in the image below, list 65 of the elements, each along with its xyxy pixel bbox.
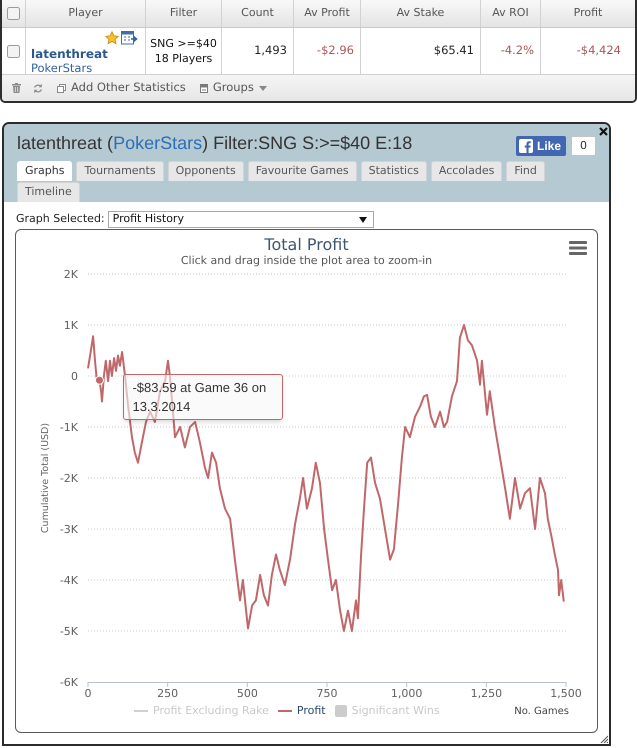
f-logo-icon <box>518 139 533 153</box>
tab[interactable]: Accolades <box>430 161 502 181</box>
y-axis-label: -2K <box>60 472 78 485</box>
site-link[interactable]: PokerStars <box>31 61 92 75</box>
caret-icon <box>258 86 267 90</box>
tab[interactable]: Graphs <box>17 161 72 181</box>
tab[interactable]: Find <box>506 161 545 181</box>
column-header[interactable]: Filter <box>146 0 222 27</box>
menu-icon[interactable] <box>569 241 587 255</box>
hover-point-marker <box>94 376 104 385</box>
chart-tooltip: -$83.59 at Game 36 on 13.3.2014 <box>123 374 284 420</box>
x-axis-label: 1,250 <box>470 687 502 700</box>
column-header[interactable]: Profit <box>541 0 635 27</box>
y-axis-label: 2K <box>64 268 78 281</box>
legend-swatch-icon <box>334 705 347 717</box>
y-axis-title: Cumulative Total (USD) <box>40 422 51 534</box>
x-axis-label: 1,000 <box>390 687 422 700</box>
x-axis-title: No. Games <box>514 704 569 718</box>
player-link[interactable]: latenthreat <box>31 47 108 61</box>
legend-line-icon <box>278 710 292 712</box>
trash-icon[interactable] <box>12 83 21 93</box>
x-axis-label: 750 <box>316 687 338 700</box>
y-axis-label: 0 <box>71 370 78 383</box>
column-header[interactable]: Av ROI <box>481 0 541 27</box>
x-axis-label: 0 <box>84 687 92 700</box>
x-axis-label: 1,500 <box>550 687 582 700</box>
tab[interactable]: Opponents <box>168 161 244 181</box>
legend-line-icon <box>134 710 148 712</box>
resize-grip-icon[interactable] <box>600 735 608 743</box>
table-icon <box>200 84 208 92</box>
x-axis-label: 250 <box>157 687 178 700</box>
chart-subtitle: Click and drag inside the plot area to zoom-in <box>180 254 432 267</box>
y-axis-label: -4K <box>60 574 78 587</box>
column-header[interactable]: Av Profit <box>294 0 361 27</box>
calendar-arrow-icon[interactable] <box>121 30 138 45</box>
like-count: 0 <box>571 136 596 156</box>
legend-item[interactable]: Profit <box>278 702 326 720</box>
x-axis-label: 500 <box>236 687 258 700</box>
panel-title: latenthreat (PokerStars) Filter:SNG S:>=$40 E:18 <box>17 132 412 154</box>
tab[interactable]: Statistics <box>360 161 427 181</box>
groups-button[interactable]: Groups <box>200 79 267 97</box>
like-button[interactable]: Like <box>516 136 566 156</box>
tab[interactable]: Favourite Games <box>248 161 357 181</box>
column-header[interactable]: Av Stake <box>361 0 481 27</box>
y-axis-label: -6K <box>60 676 78 689</box>
column-header[interactable]: Count <box>222 0 294 27</box>
tab[interactable]: Timeline <box>17 182 80 202</box>
y-axis-label: 1K <box>64 319 78 332</box>
table-cell-text: -$4,424 <box>576 42 622 60</box>
column-header[interactable]: Player <box>26 0 146 27</box>
add-statistics-button[interactable]: Add Other Statistics <box>57 79 186 97</box>
refresh-icon[interactable] <box>33 82 43 94</box>
chart-title: Total Profit <box>264 236 349 254</box>
graph-select-label: Graph Selected: <box>16 211 105 228</box>
close-icon[interactable] <box>599 127 608 136</box>
dropdown-caret-icon <box>358 216 367 222</box>
checkbox[interactable] <box>7 44 20 58</box>
graph-select[interactable]: Profit History <box>108 211 374 228</box>
stacked-squares-icon <box>57 84 66 92</box>
checkbox[interactable] <box>7 7 20 20</box>
y-axis-label: -3K <box>60 523 78 536</box>
y-axis-label: -5K <box>60 625 78 638</box>
star-icon[interactable] <box>105 30 119 44</box>
y-axis-label: -1K <box>60 421 78 434</box>
tab[interactable]: Tournaments <box>76 161 164 181</box>
